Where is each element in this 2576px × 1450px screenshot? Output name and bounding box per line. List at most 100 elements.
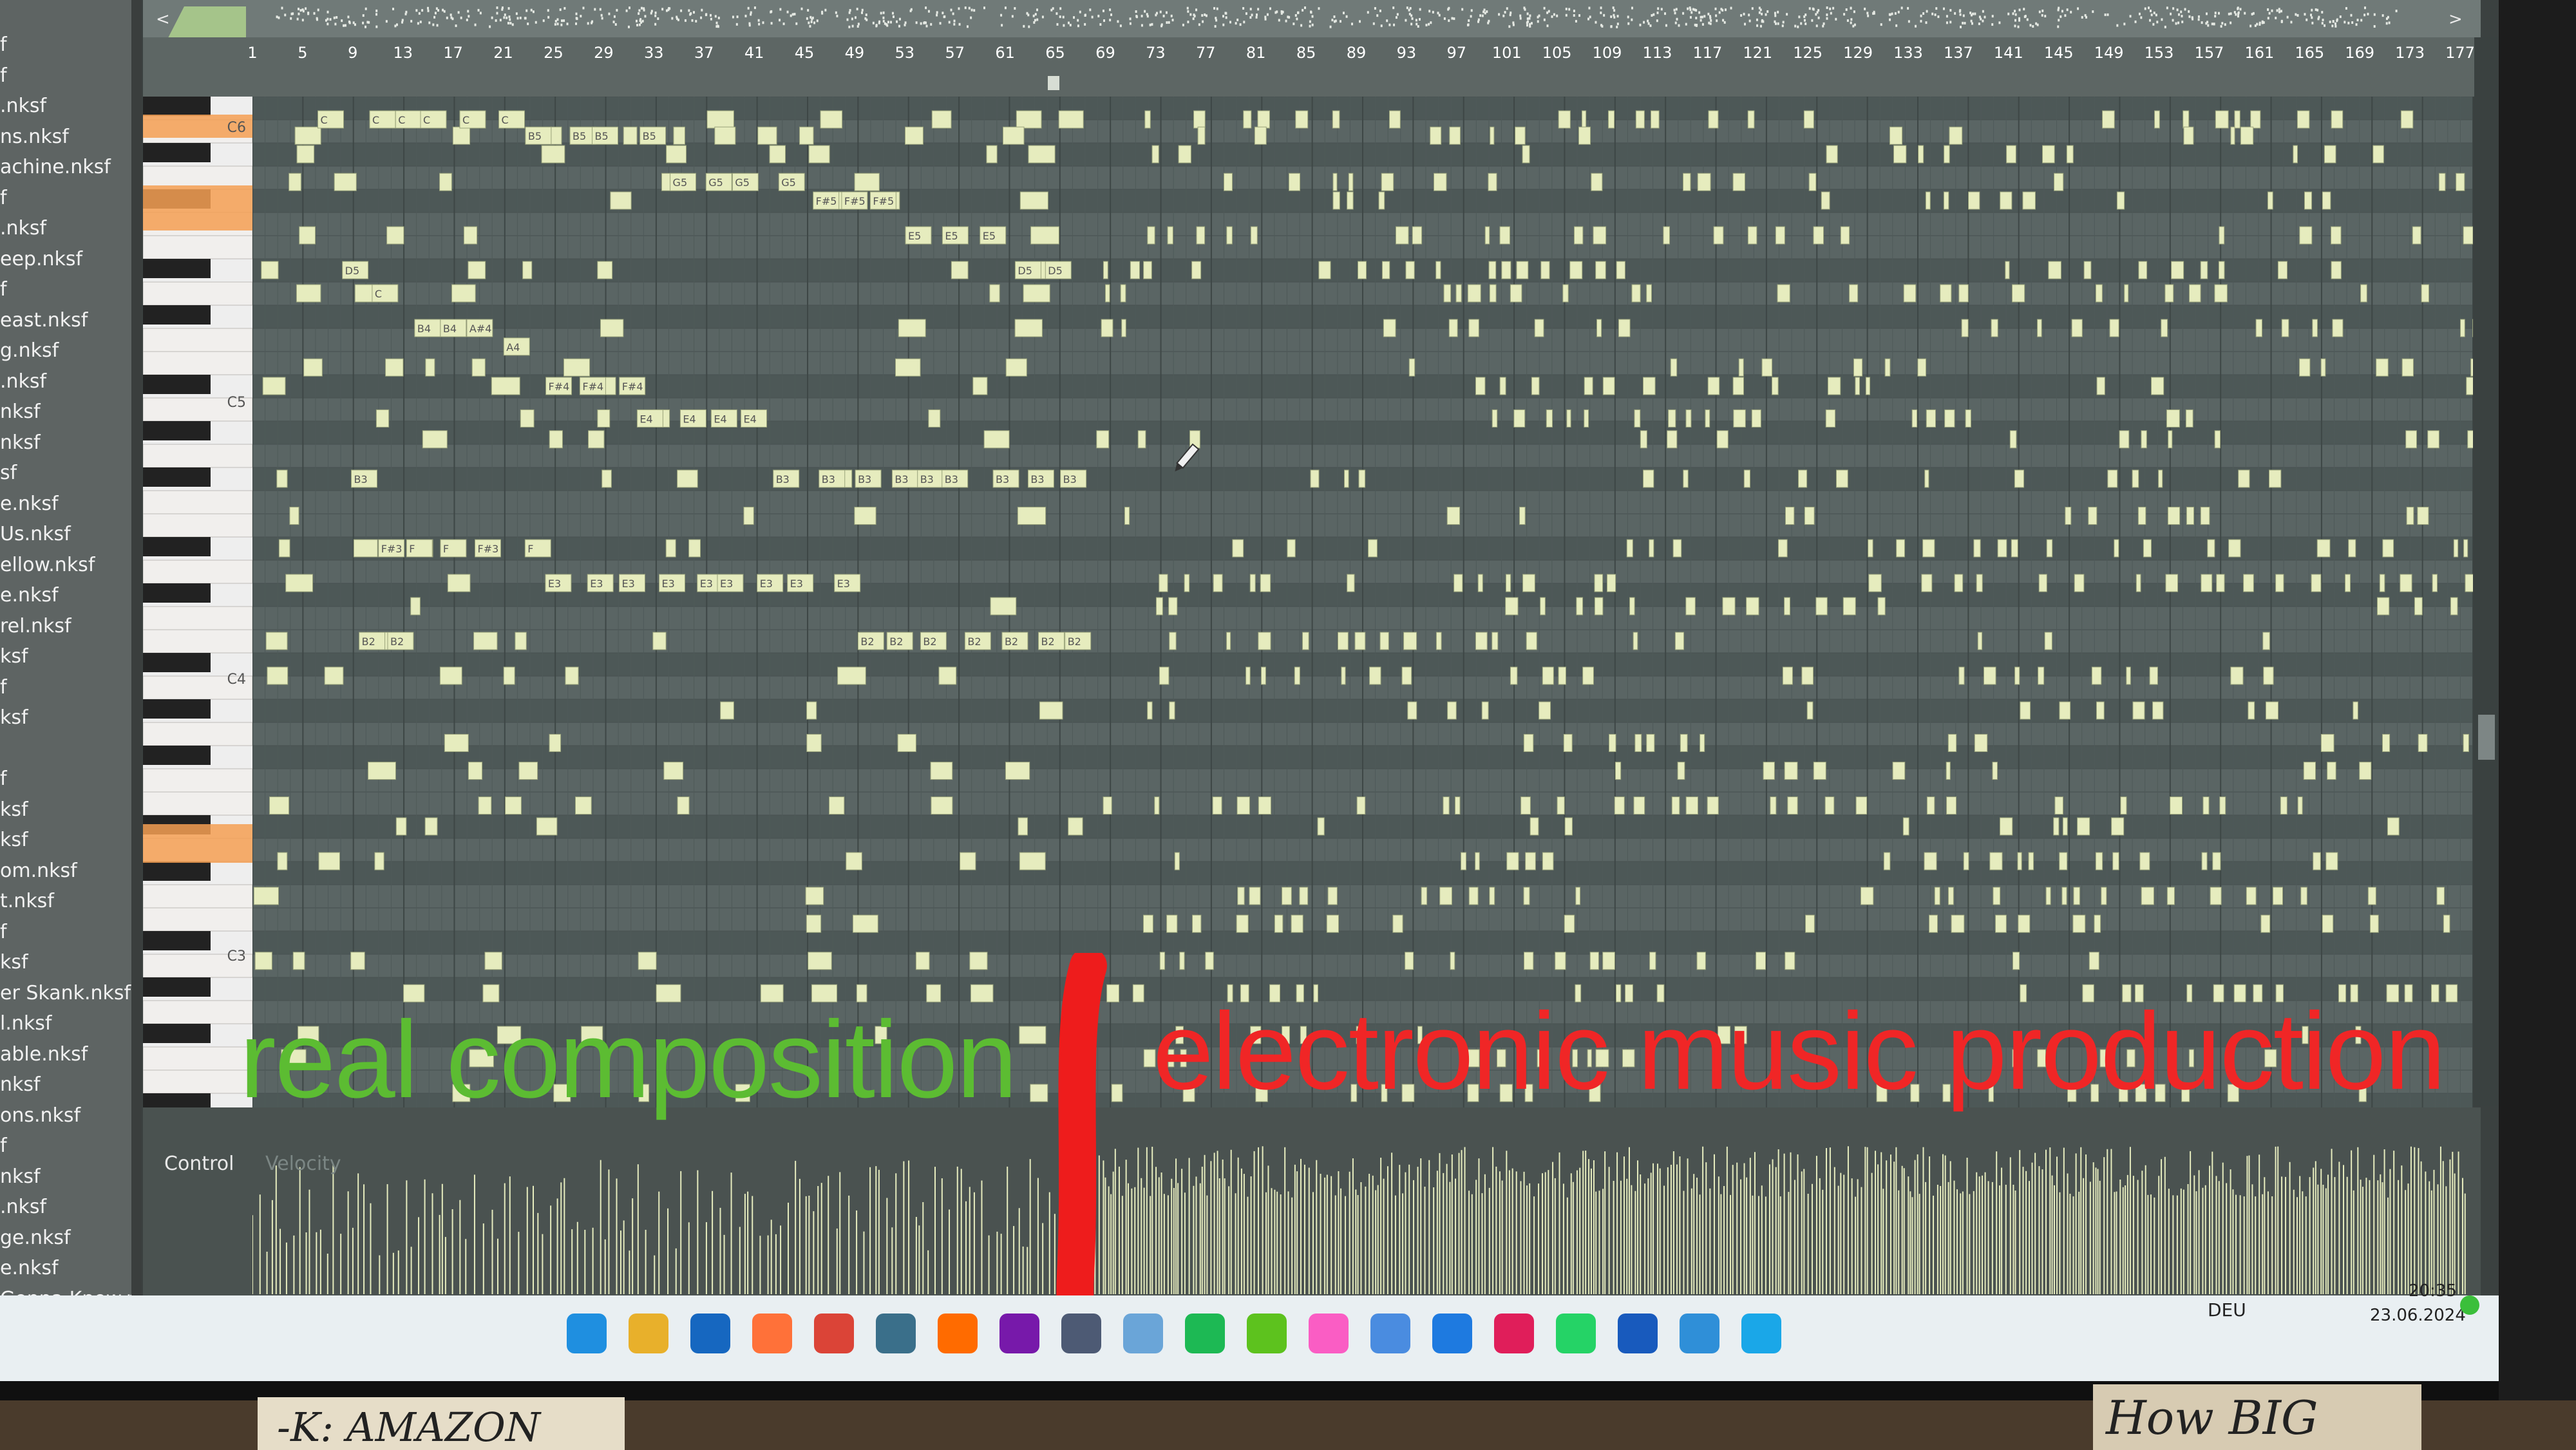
labeled-note[interactable]: B4 <box>440 319 467 337</box>
note[interactable] <box>522 261 533 279</box>
labeled-note[interactable]: C <box>420 110 447 129</box>
note[interactable] <box>2243 574 2254 592</box>
panel-divider[interactable] <box>131 0 142 1317</box>
note[interactable] <box>1924 852 1937 871</box>
note[interactable] <box>1865 377 1871 395</box>
note[interactable] <box>2171 261 2184 279</box>
note[interactable] <box>2303 762 2316 780</box>
note[interactable] <box>1805 914 1815 933</box>
note[interactable] <box>1944 409 1955 428</box>
note[interactable] <box>673 126 685 145</box>
note[interactable] <box>1344 469 1349 488</box>
note[interactable] <box>2164 284 2174 303</box>
browser-item[interactable]: f <box>0 187 131 216</box>
note[interactable] <box>1154 796 1160 815</box>
note[interactable] <box>1732 377 1745 395</box>
note[interactable] <box>1925 191 1931 210</box>
note[interactable] <box>1785 507 1795 525</box>
note[interactable] <box>1785 952 1795 970</box>
note[interactable] <box>2219 796 2226 815</box>
note[interactable] <box>1569 261 1583 279</box>
note[interactable] <box>1421 887 1428 905</box>
note[interactable] <box>491 377 520 395</box>
note[interactable] <box>2299 226 2313 245</box>
note[interactable] <box>1381 173 1394 191</box>
note[interactable] <box>1356 796 1366 815</box>
note[interactable] <box>1258 632 1271 650</box>
note[interactable] <box>1505 597 1519 616</box>
note[interactable] <box>1784 762 1798 780</box>
note[interactable] <box>1484 226 1490 245</box>
note[interactable] <box>1868 574 1882 592</box>
labeled-note[interactable]: E4 <box>710 409 737 428</box>
note[interactable] <box>318 852 340 871</box>
note[interactable] <box>706 110 734 129</box>
labeled-note[interactable]: B2 <box>1037 632 1065 650</box>
note[interactable] <box>1017 507 1046 525</box>
note[interactable] <box>2453 539 2459 558</box>
note[interactable] <box>2048 261 2061 279</box>
note[interactable] <box>1401 666 1412 685</box>
labeled-note[interactable]: F#5 <box>841 191 868 210</box>
note[interactable] <box>931 796 953 815</box>
note[interactable] <box>1178 145 1191 164</box>
note[interactable] <box>1946 796 1957 815</box>
note[interactable] <box>1369 666 1381 685</box>
note[interactable] <box>1707 796 1719 815</box>
scrollbar-thumb[interactable] <box>2478 715 2495 760</box>
note[interactable] <box>1120 284 1126 303</box>
note[interactable] <box>2360 284 2367 303</box>
browser-item[interactable]: f <box>0 64 131 94</box>
note[interactable] <box>1884 358 1891 377</box>
note[interactable] <box>1379 632 1389 650</box>
labeled-note[interactable]: B3 <box>773 469 800 488</box>
note[interactable] <box>574 796 592 815</box>
note[interactable] <box>1672 539 1682 558</box>
note[interactable] <box>1947 887 1954 905</box>
labeled-note[interactable]: A#4 <box>466 319 493 337</box>
note[interactable] <box>1392 914 1403 933</box>
note[interactable] <box>1643 377 1656 395</box>
note[interactable] <box>1649 952 1656 970</box>
file-explorer-icon[interactable] <box>629 1313 668 1353</box>
note[interactable] <box>1989 852 2003 871</box>
note[interactable] <box>1951 914 1965 933</box>
note[interactable] <box>983 430 1010 449</box>
note[interactable] <box>1921 574 1933 592</box>
note[interactable] <box>1947 733 1957 752</box>
note[interactable] <box>2445 984 2458 1003</box>
note[interactable] <box>444 733 469 752</box>
note[interactable] <box>515 632 527 650</box>
note[interactable] <box>2214 430 2221 449</box>
scroll-right-icon[interactable]: > <box>2448 10 2463 29</box>
note[interactable] <box>2460 319 2465 337</box>
note[interactable] <box>1368 539 1378 558</box>
browser-item[interactable]: ksf <box>0 798 131 828</box>
note[interactable] <box>938 666 957 685</box>
note[interactable] <box>2406 507 2414 525</box>
note[interactable] <box>597 409 611 428</box>
note[interactable] <box>1028 145 1056 164</box>
note[interactable] <box>289 173 301 191</box>
note[interactable] <box>2149 666 2158 685</box>
note[interactable] <box>2218 261 2225 279</box>
note[interactable] <box>2212 852 2221 871</box>
note[interactable] <box>395 817 407 836</box>
note[interactable] <box>1677 762 1685 780</box>
note[interactable] <box>1883 852 1891 871</box>
note[interactable] <box>1347 574 1355 592</box>
note[interactable] <box>2463 733 2469 752</box>
note[interactable] <box>2267 191 2273 210</box>
note[interactable] <box>1446 507 1461 525</box>
note[interactable] <box>1940 284 1952 303</box>
note[interactable] <box>2022 191 2036 210</box>
note[interactable] <box>1614 796 1625 815</box>
browser-item[interactable]: .nksf <box>0 217 131 247</box>
note[interactable] <box>2101 887 2107 905</box>
note[interactable] <box>1068 817 1083 836</box>
note[interactable] <box>1813 762 1826 780</box>
note[interactable] <box>931 110 952 129</box>
note[interactable] <box>2091 666 2102 685</box>
note[interactable] <box>808 145 830 164</box>
note[interactable] <box>1602 377 1615 395</box>
